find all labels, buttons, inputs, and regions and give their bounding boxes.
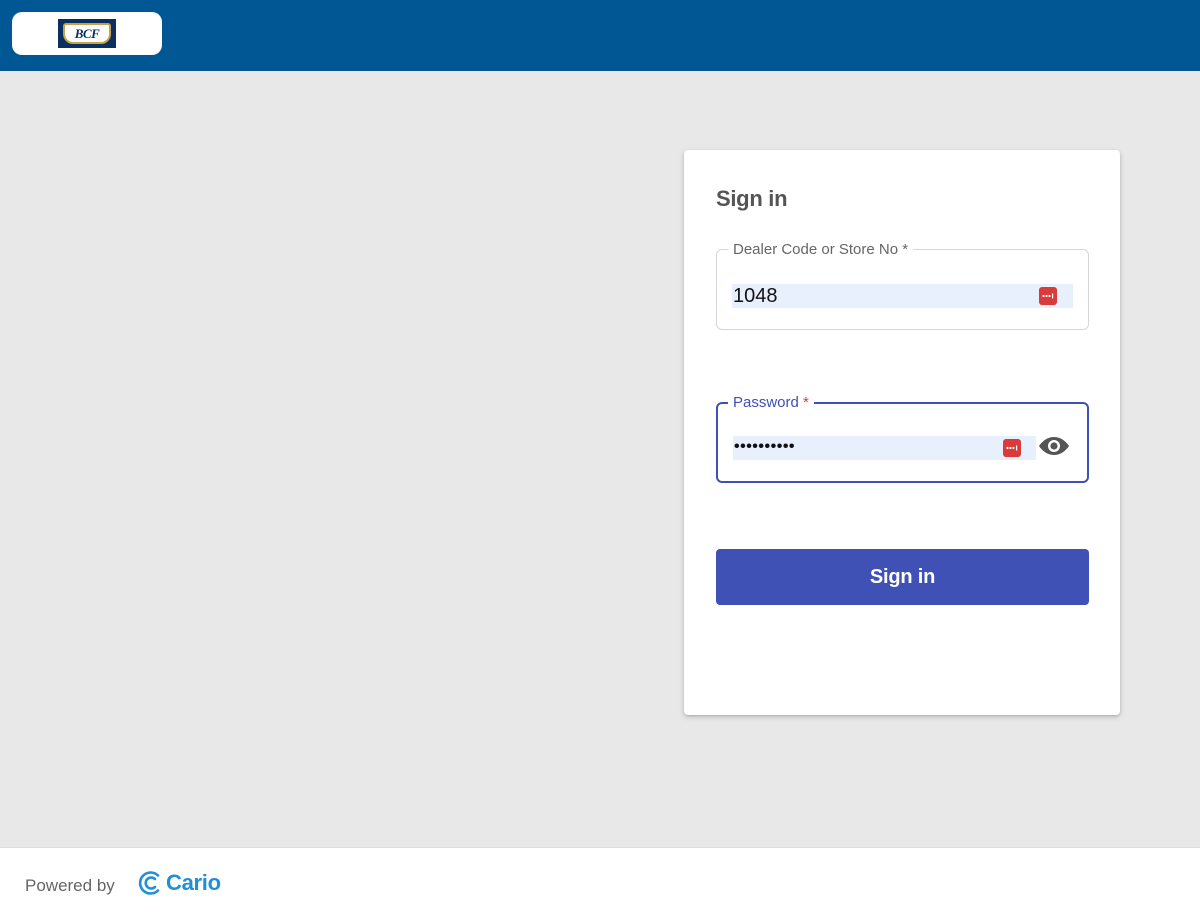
required-mark: *: [902, 241, 909, 258]
dealer-code-input-wrapper: [732, 284, 1073, 308]
top-bar: BCF: [0, 0, 1200, 71]
dealer-code-label: Dealer Code or Store No *: [728, 241, 914, 259]
autofill-key-icon[interactable]: [1039, 287, 1057, 305]
cario-logo-text: Cario: [166, 870, 221, 895]
password-input-wrapper[interactable]: ••••••••••: [733, 436, 1036, 460]
signin-button[interactable]: Sign in: [716, 549, 1089, 605]
eye-icon[interactable]: [1038, 434, 1070, 458]
footer: Powered by Cario: [0, 847, 1200, 918]
bcf-logo-text: BCF: [74, 25, 100, 41]
powered-by-text: Powered by: [25, 876, 115, 895]
cario-logo[interactable]: Cario: [136, 869, 221, 897]
bcf-logo-shield: BCF: [63, 23, 111, 44]
required-mark: *: [803, 394, 809, 411]
dealer-code-field[interactable]: Dealer Code or Store No *: [716, 241, 1089, 330]
password-input[interactable]: ••••••••••: [734, 438, 795, 456]
signin-card: Sign in Dealer Code or Store No * Passwo…: [684, 150, 1120, 715]
brand-logo-container[interactable]: BCF: [12, 12, 162, 55]
password-field[interactable]: Password * ••••••••••: [716, 394, 1089, 483]
autofill-key-icon[interactable]: [1003, 439, 1021, 457]
bcf-logo: BCF: [58, 19, 116, 48]
dealer-code-input[interactable]: [732, 284, 1073, 308]
page-title: Sign in: [716, 186, 788, 211]
password-label: Password *: [728, 394, 814, 412]
cario-logo-icon: [138, 871, 160, 895]
